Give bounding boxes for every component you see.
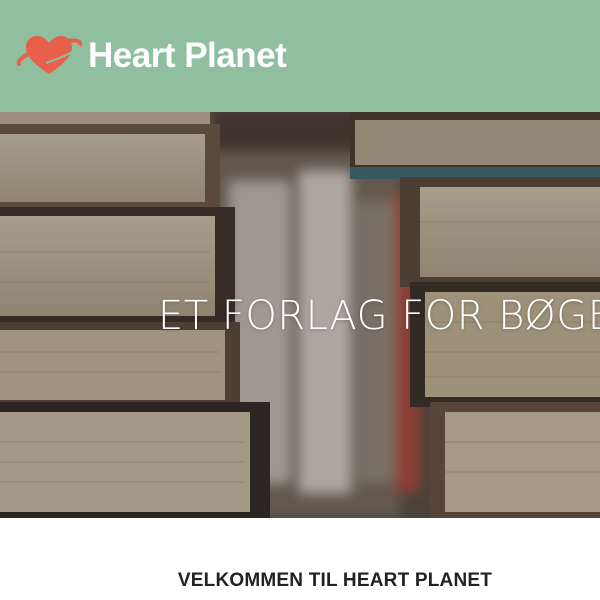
welcome-heading: VELKOMMEN TIL HEART PLANET: [177, 570, 493, 591]
heart-planet-icon: [16, 36, 82, 74]
hero-title: ET FORLAG FOR BØGER: [158, 293, 600, 339]
hero-banner: ET FORLAG FOR BØGER: [0, 112, 600, 518]
site-header: Heart Planet: [0, 0, 600, 112]
brand-name: Heart Planet: [88, 35, 287, 75]
brand-logo-link[interactable]: Heart Planet: [16, 30, 287, 80]
